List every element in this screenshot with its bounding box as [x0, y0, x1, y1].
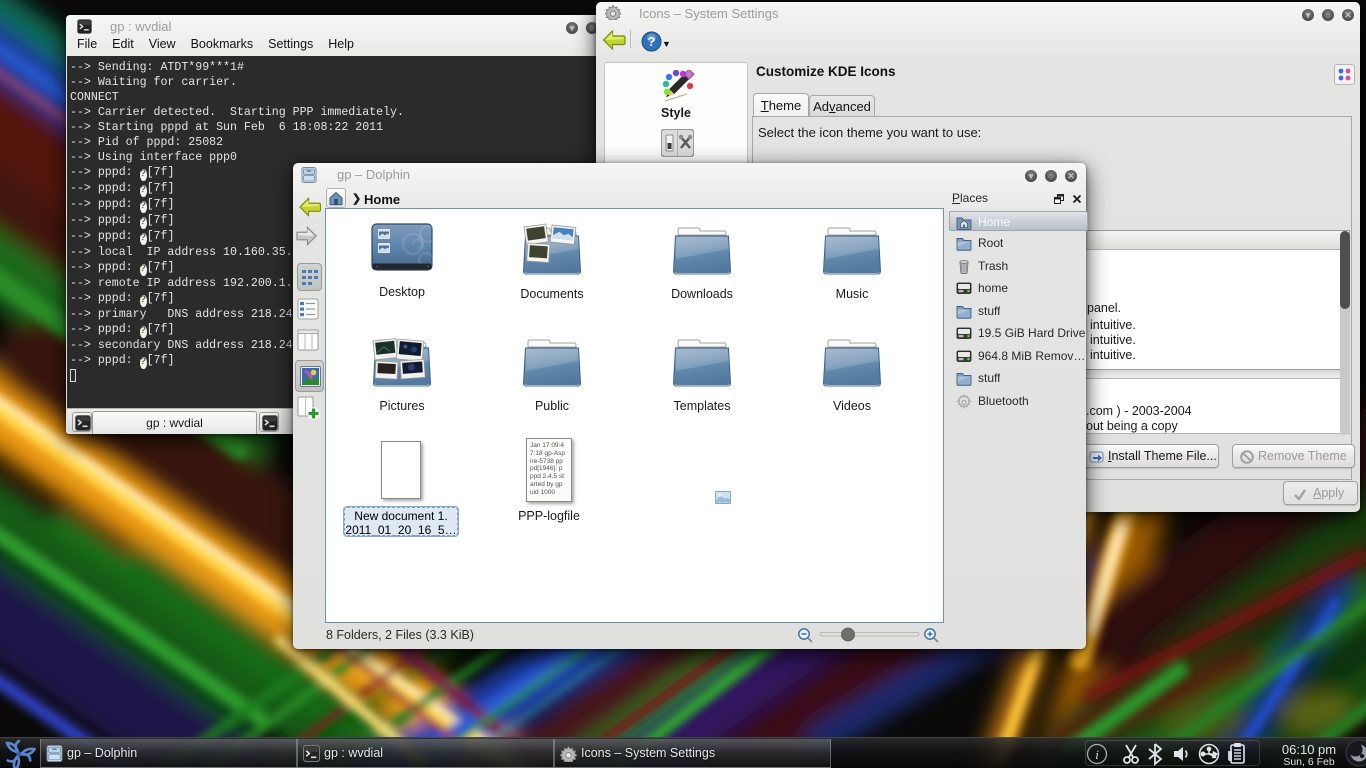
- svg-text:?: ?: [648, 34, 656, 49]
- svg-text:i: i: [1095, 747, 1099, 762]
